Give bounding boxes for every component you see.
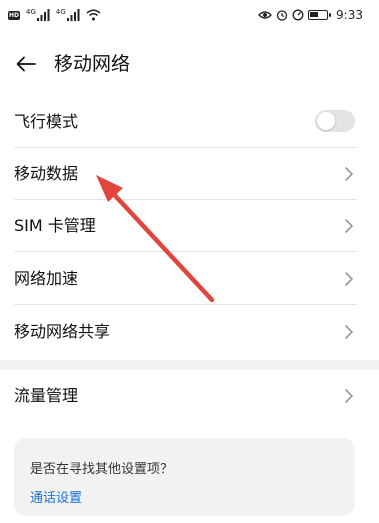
divider [14,304,357,305]
back-arrow-icon [16,56,36,72]
suggestion-card: 是否在寻找其他设置项？ 通话设置 [14,438,355,516]
back-button[interactable] [12,50,40,78]
sim-management-label: SIM 卡管理 [14,216,96,235]
chevron-right-icon [345,325,353,339]
airplane-mode-toggle[interactable] [315,110,355,132]
chevron-right-icon [345,272,353,286]
mobile-data-label: 移动数据 [14,164,79,183]
network-acceleration-label: 网络加速 [14,269,79,288]
data-usage-row[interactable]: 流量管理 [0,370,379,422]
chevron-right-icon [345,167,353,181]
alarm-icon [276,10,288,21]
toggle-knob [317,112,335,130]
status-right-icons: 9:33 [258,7,363,23]
page-header: 移动网络 [0,40,379,88]
mobile-data-row[interactable]: 移动数据 [0,148,379,200]
signal-strength-icon-2: 4G [55,8,80,21]
divider [14,251,357,252]
sim-management-row[interactable]: SIM 卡管理 [0,200,379,252]
call-settings-link[interactable]: 通话设置 [30,487,82,506]
chevron-right-icon [345,219,353,233]
wifi-icon [86,9,101,21]
section-separator [0,360,379,370]
status-bar: HD 4G 4G 9:33 [0,0,379,30]
data-usage-label: 流量管理 [14,386,79,405]
signal-strength-icon-1: 4G [26,8,50,21]
signal-type-label-1: 4G [26,8,36,16]
signal-type-label-2: 4G [55,8,66,16]
tethering-row[interactable]: 移动网络共享 [0,306,379,358]
eye-icon [258,11,272,19]
page-title: 移动网络 [54,53,131,75]
tethering-label: 移动网络共享 [14,322,111,341]
status-left-icons: HD 4G 4G [8,8,101,22]
suggestion-question: 是否在寻找其他设置项？ [30,462,174,477]
network-acceleration-row[interactable]: 网络加速 [0,253,379,305]
chevron-right-icon [345,389,353,403]
battery-icon [308,10,332,20]
clock-time: 9:33 [336,8,363,22]
battery-fill [310,12,319,17]
airplane-mode-row[interactable]: 飞行模式 [0,96,379,148]
hd-badge: HD [8,10,20,20]
speedometer-icon [292,9,304,21]
airplane-mode-label: 飞行模式 [14,112,79,131]
